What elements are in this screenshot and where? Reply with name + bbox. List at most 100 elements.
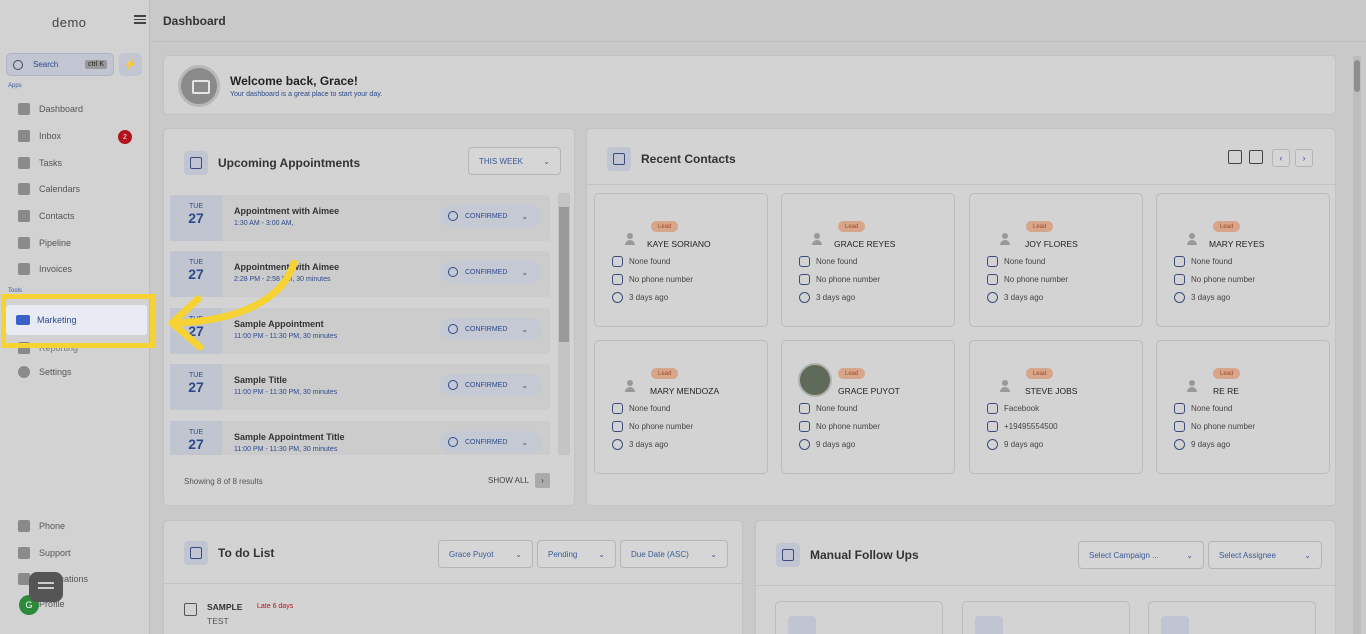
camera-icon[interactable] [178,65,220,107]
contact-added: 3 days ago [1174,292,1230,303]
todo-sort-dropdown[interactable]: Due Date (ASC) ⌄ [620,540,728,568]
contact-phone: No phone number [612,421,693,432]
check-circle-icon [448,267,458,277]
sidebar-item-tasks[interactable]: Tasks [18,154,62,172]
person-placeholder-icon [998,232,1012,246]
assignee-dropdown[interactable]: Select Assignee ⌄ [1208,541,1322,569]
todo-title: To do List [218,546,275,560]
sidebar-item-support[interactable]: Support [18,544,71,562]
sidebar-item-label: Tasks [39,158,63,168]
campaign-dropdown[interactable]: Select Campaign ... ⌄ [1078,541,1204,569]
appointment-status-dropdown[interactable]: CONFIRMED ⌄ [440,318,542,340]
building-icon [612,256,623,267]
contact-card[interactable]: Lead MARY REYES None found No phone numb… [1156,193,1330,327]
sidebar-item-contacts[interactable]: Contacts [18,207,75,225]
sidebar-item-invoices[interactable]: Invoices [18,260,72,278]
list-item[interactable]: TUE 27 Appointment with Aimee 1:30 AM - 3… [170,195,550,241]
sidebar-item-label: Invoices [39,264,73,274]
sidebar-search[interactable]: Search ctrl K [6,53,114,76]
phone-icon [1174,421,1185,432]
sidebar-item-dashboard[interactable]: Dashboard [18,100,83,118]
sidebar-item-pipeline[interactable]: Pipeline [18,234,71,252]
main-content: Dashboard Welcome back, Grace! Your dash… [151,0,1366,634]
check-circle-icon [448,324,458,334]
contact-card[interactable]: Lead JOY FLORES None found No phone numb… [969,193,1143,327]
contact-card[interactable]: Lead KAYE SORIANO None found No phone nu… [594,193,768,327]
welcome-subtitle: Your dashboard is a great place to start… [230,91,383,98]
phone-icon [799,421,810,432]
chevron-down-icon: ⌄ [543,156,550,166]
contact-company: Facebook [987,403,1039,414]
person-placeholder-icon [1185,232,1199,246]
list-item[interactable]: TUE 27 Sample Appointment Title 11:00 PM … [170,421,550,455]
checklist-icon [184,541,208,565]
todo-header: To do List [184,541,274,565]
list-item[interactable]: TUE 27 Sample Title 11:00 PM - 11:30 PM, … [170,364,550,410]
sidebar-item-calendars[interactable]: Calendars [18,180,80,198]
todo-status-dropdown[interactable]: Pending ⌄ [537,540,616,568]
todo-assignee-dropdown[interactable]: Grace Puyot ⌄ [438,540,533,568]
lead-badge: Lead [1213,221,1241,232]
app-logo: demo [52,15,87,30]
welcome-title: Welcome back, Grace! [230,74,358,88]
list-view-icon[interactable] [1228,150,1242,164]
collapse-sidebar-icon[interactable] [134,13,146,25]
sidebar-item-settings[interactable]: Settings [18,363,72,381]
contact-card[interactable]: Lead MARY MENDOZA None found No phone nu… [594,340,768,474]
annotation-arrow-icon [168,259,298,351]
todo-item-subtitle: TEST [207,616,229,626]
appointment-date: TUE 27 [170,421,222,455]
contact-phone: No phone number [987,274,1068,285]
appointment-status-dropdown[interactable]: CONFIRMED ⌄ [440,205,542,227]
clock-icon [799,439,810,450]
page-scrollbar[interactable] [1353,56,1361,634]
show-all-button[interactable]: SHOW ALL › [488,473,550,488]
contact-card[interactable]: Lead STEVE JOBS Facebook +19495554500 9 … [969,340,1143,474]
appointment-status-dropdown[interactable]: CONFIRMED ⌄ [440,261,542,283]
gear-icon [18,366,30,378]
appointments-scrollbar[interactable] [558,193,570,455]
sidebar-item-phone[interactable]: Phone [18,517,65,535]
todo-checkbox[interactable] [184,603,197,616]
building-icon [1174,403,1185,414]
appointment-status-dropdown[interactable]: CONFIRMED ⌄ [440,431,542,453]
lead-badge: Lead [1026,221,1054,232]
followup-tasks-tile[interactable] [775,601,943,634]
phone-icon [18,520,30,532]
recent-contacts-card: Recent Contacts ‹ › Lead KAYE SORIANO No… [586,128,1336,506]
contact-card[interactable]: Lead GRACE REYES None found No phone num… [781,193,955,327]
todo-late-label: Late 6 days [257,603,294,610]
contact-phone: +19495554500 [987,421,1058,432]
tasks-icon [18,157,30,169]
chat-widget-icon[interactable] [29,572,63,602]
phone-icon [612,274,623,285]
apps-section-label: Apps [8,83,22,89]
contacts-header: Recent Contacts [607,147,736,171]
building-icon [987,256,998,267]
person-icon [607,147,631,171]
sidebar-item-label: Pipeline [39,238,72,248]
next-page-button[interactable]: › [1295,149,1313,167]
followup-calls-tile[interactable] [962,601,1130,634]
appointment-time: 11:00 PM - 11:30 PM, 30 minutes [234,389,338,396]
contact-phone: No phone number [1174,274,1255,285]
chevron-down-icon: ⌄ [521,437,529,447]
contact-name: MARY REYES [1209,239,1265,249]
sidebar-item-label: Phone [39,521,66,531]
appointment-status-dropdown[interactable]: CONFIRMED ⌄ [440,374,542,396]
appointments-range-dropdown[interactable]: THIS WEEK ⌄ [468,147,561,175]
quick-actions-bolt-icon[interactable]: ⚡ [119,53,142,76]
lead-badge: Lead [1026,368,1054,379]
contact-card[interactable]: Lead RE RE None found No phone number 9 … [1156,340,1330,474]
facebook-icon [987,403,998,414]
grid-view-icon[interactable] [1249,150,1263,164]
contact-added: 3 days ago [612,292,668,303]
contact-added: 3 days ago [987,292,1043,303]
prev-page-button[interactable]: ‹ [1272,149,1290,167]
sidebar-item-inbox[interactable]: Inbox [18,127,61,145]
followup-messages-tile[interactable] [1148,601,1316,634]
message-icon [1161,616,1189,634]
contact-card[interactable]: Lead GRACE PUYOT None found No phone num… [781,340,955,474]
todo-list-card: To do List Grace Puyot ⌄ Pending ⌄ Due Dat… [163,520,743,634]
contact-added: 3 days ago [799,292,855,303]
